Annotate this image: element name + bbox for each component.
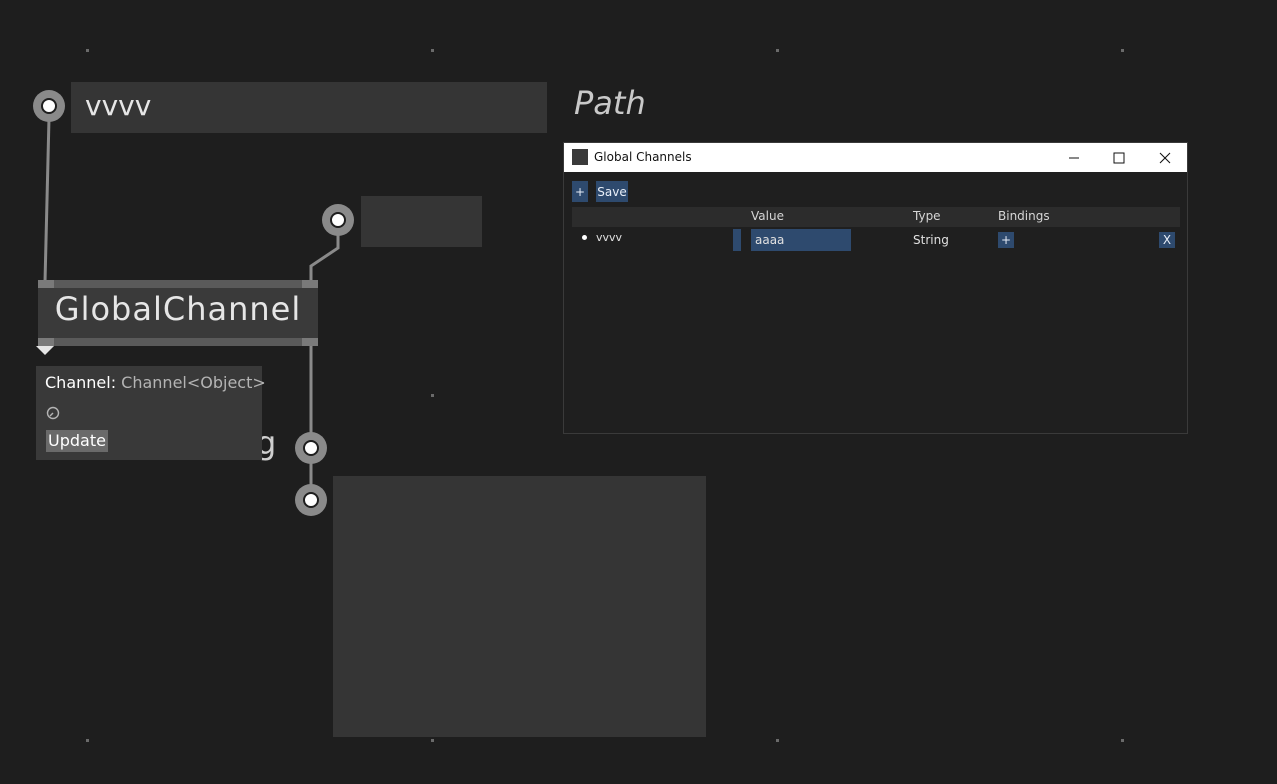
maximize-icon[interactable] xyxy=(1111,151,1127,165)
iobox-empty-pin[interactable] xyxy=(322,204,354,236)
global-channel-node[interactable]: GlobalChannel xyxy=(38,280,318,346)
clock-icon xyxy=(46,406,60,420)
add-channel-button[interactable]: + xyxy=(572,181,588,202)
node-output-bar xyxy=(38,338,318,346)
channel-value: aaaa xyxy=(755,233,785,247)
link-input-to-node xyxy=(309,232,340,282)
path-label: Path xyxy=(574,84,646,122)
column-bindings: Bindings xyxy=(998,209,1050,223)
tooltip-separator: : xyxy=(110,373,117,392)
node-input-pin-left[interactable] xyxy=(38,280,54,288)
node-name: GlobalChannel xyxy=(54,290,302,328)
channels-table-header: Value Type Bindings xyxy=(572,207,1180,227)
node-input-bar xyxy=(38,280,318,288)
tooltip-pin-name: Channel xyxy=(45,373,111,392)
column-value: Value xyxy=(751,209,784,223)
close-icon[interactable] xyxy=(1157,151,1173,165)
iobox-string-value: vvvv xyxy=(85,89,152,122)
table-row[interactable]: vvvv aaaa String + X xyxy=(572,229,1180,251)
global-channels-window[interactable]: Global Channels + Save Value Type Bindin… xyxy=(563,142,1188,434)
channel-type: String xyxy=(913,233,949,247)
iobox-string[interactable]: vvvv xyxy=(71,82,547,133)
output-iobox-pin[interactable] xyxy=(295,432,327,464)
renderer-iobox[interactable] xyxy=(333,476,706,737)
renderer-pin[interactable] xyxy=(295,484,327,516)
node-output-pin-left[interactable] xyxy=(38,338,54,346)
iobox-string-pin[interactable] xyxy=(33,90,65,122)
minimize-icon[interactable] xyxy=(1066,151,1082,165)
channel-name: vvvv xyxy=(596,231,623,244)
link-string-to-node xyxy=(43,117,51,283)
app-icon xyxy=(572,149,588,165)
window-titlebar[interactable]: Global Channels xyxy=(564,143,1187,172)
pin-tooltip: Channel: Channel<Object> Update xyxy=(36,366,266,460)
channel-value-input[interactable]: aaaa xyxy=(751,229,851,251)
node-output-pin-right[interactable] xyxy=(302,338,318,346)
remove-channel-button[interactable]: X xyxy=(1159,232,1175,248)
window-title: Global Channels xyxy=(594,150,692,164)
node-input-pin-right[interactable] xyxy=(302,280,318,288)
add-binding-button[interactable]: + xyxy=(998,232,1014,248)
iobox-empty[interactable] xyxy=(361,196,482,247)
tooltip-header: Channel: Channel<Object> xyxy=(45,373,266,392)
row-drag-handle[interactable] xyxy=(733,229,741,251)
pin-hover-caret-icon xyxy=(36,346,54,355)
update-button[interactable]: Update xyxy=(46,430,108,452)
row-bullet-icon xyxy=(582,235,587,240)
column-type: Type xyxy=(913,209,941,223)
tooltip-pin-type: Channel<Object> xyxy=(121,373,266,392)
save-button[interactable]: Save xyxy=(596,181,628,202)
